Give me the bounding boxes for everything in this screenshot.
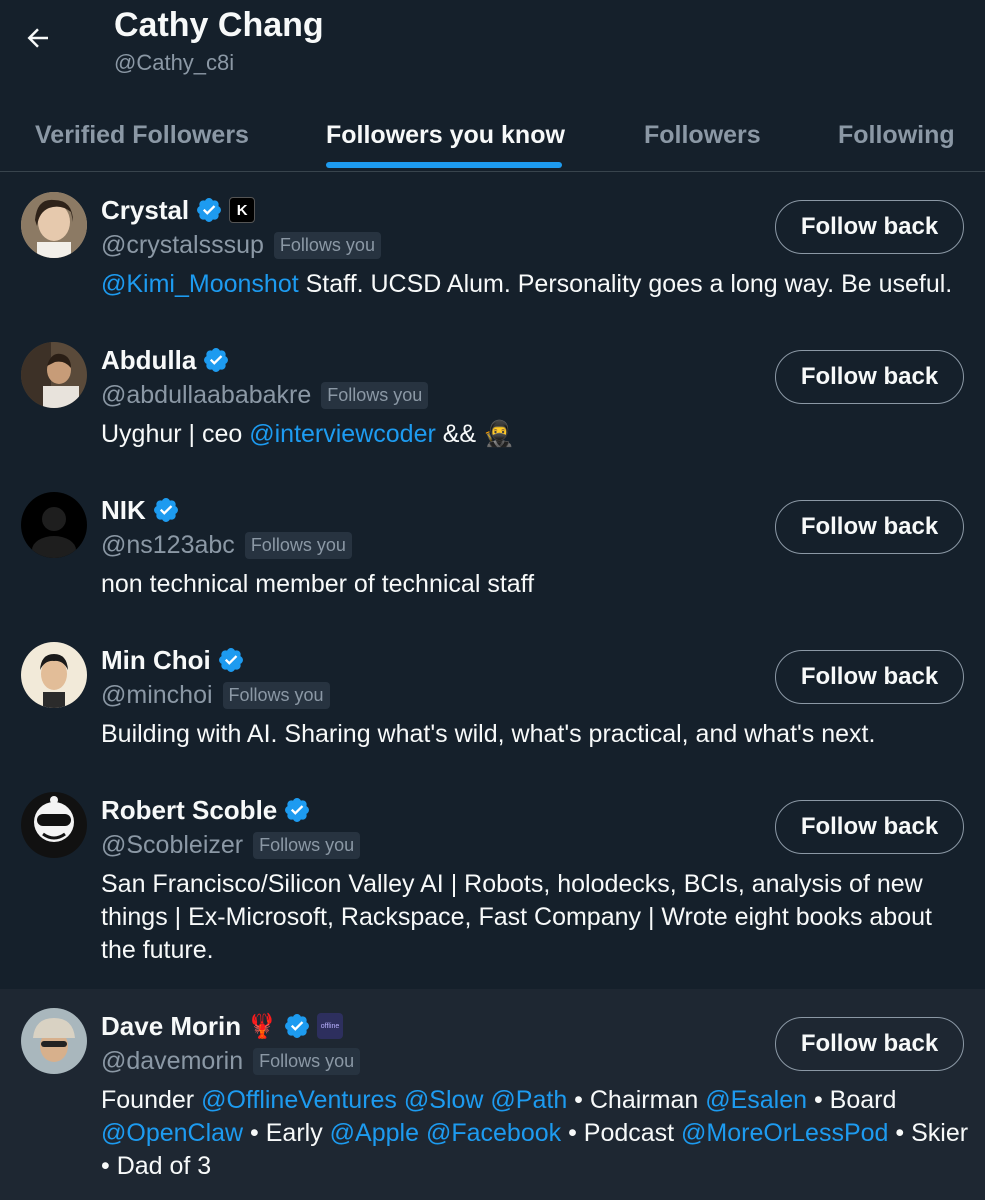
tab-followers[interactable]: Followers [644,100,761,171]
user-row-dave-morin[interactable]: Dave Morin 🦞 offline @davemorin Follows … [0,989,985,1200]
user-row-abdulla[interactable]: Abdulla @abdullaababakre Follows you Uyg… [0,323,985,473]
bio-text: Founder [101,1086,202,1114]
avatar[interactable] [21,192,87,258]
bio-text: • Podcast [561,1119,682,1147]
tab-followers-you-know[interactable]: Followers you know [326,100,565,171]
bio-mention[interactable]: @OfflineVentures [201,1086,397,1114]
lobster-emoji: 🦞 [247,1012,278,1040]
user-bio: San Francisco/Silicon Valley AI | Robots… [101,868,971,967]
follow-back-button[interactable]: Follow back [775,650,964,704]
page-handle: @Cathy_c8i [114,50,235,75]
bio-mention[interactable]: @Esalen [705,1086,807,1114]
avatar[interactable] [21,792,87,858]
follow-back-button[interactable]: Follow back [775,350,964,404]
user-name[interactable]: NIK [101,495,146,526]
user-name-row: Min Choi [101,643,245,677]
affiliate-badge-icon[interactable]: offline [317,1013,344,1039]
back-button[interactable] [14,16,62,60]
bio-mention[interactable]: @Kimi_Moonshot [101,270,299,298]
user-name[interactable]: Robert Scoble [101,795,277,826]
user-bio: Building with AI. Sharing what's wild, w… [101,718,971,751]
user-handle[interactable]: @davemorin [101,1047,243,1076]
header: Cathy Chang @Cathy_c8i [0,0,985,100]
follows-you-badge: Follows you [222,681,330,709]
follows-you-badge: Follows you [253,831,361,859]
user-handle-row: @minchoi Follows you [101,679,330,711]
user-handle-row: @ns123abc Follows you [101,529,352,561]
verified-icon [152,496,180,524]
user-name-row: NIK [101,493,180,527]
tab-following[interactable]: Following [838,100,955,171]
user-bio: Uyghur | ceo @interviewcoder && 🥷 [101,418,971,451]
user-name[interactable]: Dave Morin [101,1011,241,1042]
bio-text [397,1086,404,1114]
user-row-robert-scoble[interactable]: Robert Scoble @Scobleizer Follows you Sa… [0,773,985,989]
bio-text: Building with AI. Sharing what's wild, w… [101,720,876,748]
tab-verified-followers[interactable]: Verified Followers [35,100,249,171]
user-name[interactable]: Min Choi [101,645,211,676]
avatar[interactable] [21,492,87,558]
user-name[interactable]: Crystal [101,195,189,226]
verified-icon [283,1012,311,1040]
follow-back-button[interactable]: Follow back [775,800,964,854]
follow-back-button[interactable]: Follow back [775,200,964,254]
follow-back-button[interactable]: Follow back [775,500,964,554]
user-bio: Founder @OfflineVentures @Slow @Path • C… [101,1084,971,1183]
user-handle[interactable]: @abdullaababakre [101,381,311,410]
user-bio: non technical member of technical staff [101,568,971,601]
bio-text: • Board [807,1086,897,1114]
avatar[interactable] [21,342,87,408]
follows-you-badge: Follows you [244,531,352,559]
verified-icon [195,196,223,224]
bio-text: Staff. UCSD Alum. Personality goes a lon… [298,270,953,298]
arrow-left-icon [27,28,48,48]
user-handle[interactable]: @minchoi [101,681,213,710]
active-tab-indicator [326,162,562,168]
follows-you-badge: Follows you [273,231,381,259]
user-handle[interactable]: @Scobleizer [101,831,243,860]
bio-mention[interactable]: @Slow [404,1086,484,1114]
bio-mention[interactable]: @OpenClaw [101,1119,243,1147]
follow-back-button[interactable]: Follow back [775,1017,964,1071]
bio-mention[interactable]: @Facebook [426,1119,561,1147]
bio-text: non technical member of technical staff [101,570,535,598]
user-bio: @Kimi_Moonshot Staff. UCSD Alum. Persona… [101,268,971,301]
user-name-row: Abdulla [101,343,230,377]
user-handle-row: @davemorin Follows you [101,1045,361,1077]
follows-you-badge: Follows you [321,381,429,409]
user-row-nik[interactable]: NIK @ns123abc Follows you non technical … [0,473,985,623]
user-row-min-choi[interactable]: Min Choi @minchoi Follows you Building w… [0,623,985,773]
follows-you-badge: Follows you [253,1047,361,1075]
bio-text: Uyghur | ceo [101,420,250,448]
avatar[interactable] [21,1008,87,1074]
bio-text: San Francisco/Silicon Valley AI | Robots… [101,870,932,964]
affiliate-badge-icon[interactable]: K [229,197,256,223]
user-row-crystal[interactable]: Crystal K @crystalsssup Follows you @Kim… [0,173,985,323]
avatar[interactable] [21,642,87,708]
verified-icon [283,796,311,824]
bio-mention[interactable]: @MoreOrLessPod [681,1119,888,1147]
bio-text [419,1119,426,1147]
user-handle-row: @Scobleizer Follows you [101,829,361,861]
user-handle[interactable]: @ns123abc [101,531,235,560]
user-handle-row: @abdullaababakre Follows you [101,379,429,411]
user-name[interactable]: Abdulla [101,345,196,376]
user-handle[interactable]: @crystalsssup [101,231,264,260]
bio-mention[interactable]: @Apple [330,1119,419,1147]
verified-icon [202,346,230,374]
user-handle-row: @crystalsssup Follows you [101,229,381,261]
page-title: Cathy Chang [114,6,324,44]
user-name-row: Dave Morin 🦞 offline [101,1009,344,1043]
bio-text: • Early [243,1119,330,1147]
user-name-row: Robert Scoble [101,793,311,827]
bio-mention[interactable]: @Path [490,1086,567,1114]
bio-text: && 🥷 [435,420,515,448]
verified-icon [217,646,245,674]
bio-text: • Chairman [567,1086,706,1114]
user-name-row: Crystal K [101,193,256,227]
bio-mention[interactable]: @interviewcoder [249,420,436,448]
